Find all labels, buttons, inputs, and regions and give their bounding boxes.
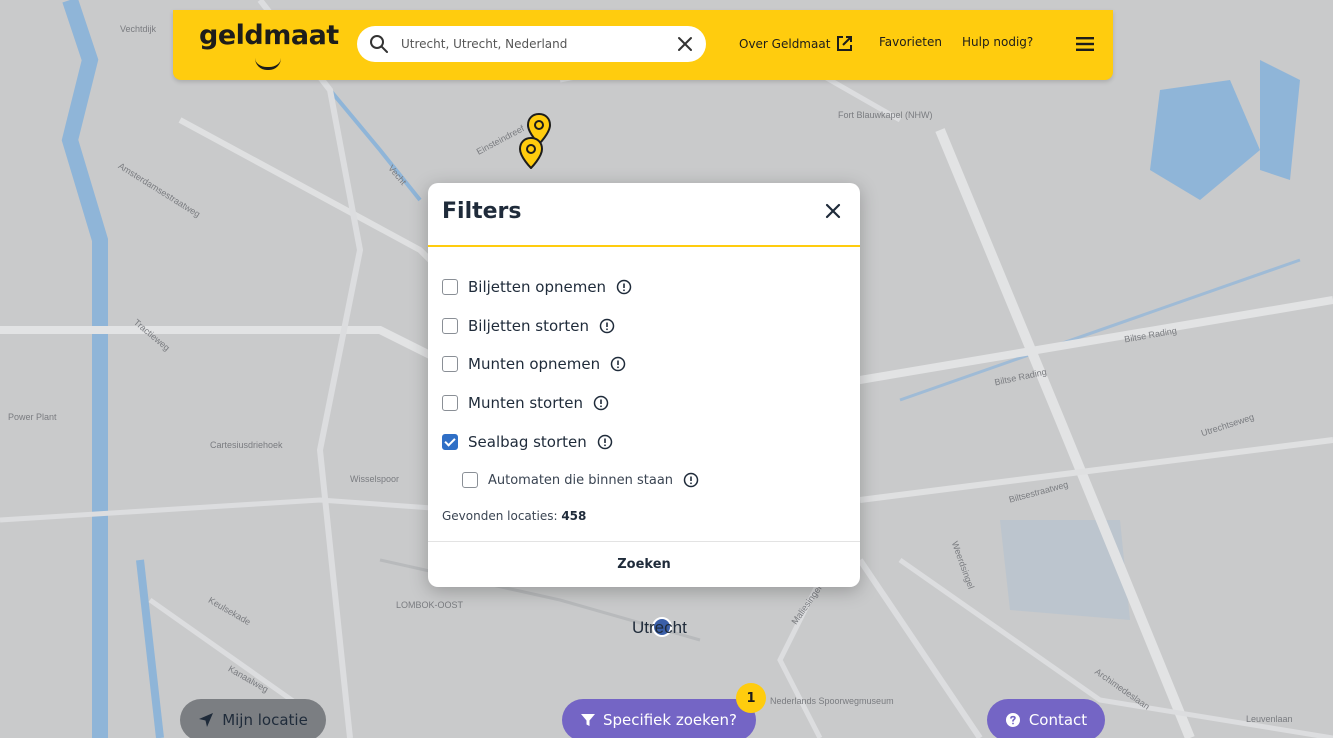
filter-checkbox[interactable] (442, 395, 458, 411)
found-locations-label: Gevonden locaties: (442, 509, 558, 523)
filters-dialog: Filters Biljetten opnemen Biljetten stor… (428, 183, 860, 587)
help-circle-icon (1005, 713, 1020, 727)
info-icon[interactable] (597, 434, 613, 450)
logo-smile (255, 58, 281, 70)
geldmaat-logo[interactable]: geldmaat (199, 20, 339, 51)
nav-over-geldmaat[interactable]: Over Geldmaat (739, 35, 853, 52)
filter-checkbox[interactable] (442, 279, 458, 295)
filter-option[interactable]: Biljetten opnemen (442, 278, 632, 296)
map-label: Cartesiusdriehoek (210, 440, 283, 450)
external-link-icon (837, 36, 853, 51)
filter-funnel-icon (581, 714, 596, 726)
close-icon[interactable] (822, 200, 844, 222)
filter-option-label: Munten opnemen (468, 355, 601, 373)
filter-sub-option[interactable]: Automaten die binnen staan (462, 472, 699, 488)
nav-help[interactable]: Hulp nodig? (962, 35, 1033, 49)
filter-option-label: Munten storten (468, 394, 583, 412)
map-label: LOMBOK-OOST (396, 600, 464, 610)
contact-button[interactable]: Contact (987, 699, 1105, 738)
found-locations: Gevonden locaties: 458 (442, 509, 586, 523)
filter-checkbox[interactable] (442, 318, 458, 334)
filter-checkbox-checked[interactable] (442, 434, 458, 450)
search-icon (370, 35, 388, 53)
map-city-label: Utrecht (632, 618, 687, 637)
filter-option-label: Automaten die binnen staan (488, 472, 674, 488)
filters-dialog-header: Filters (428, 183, 860, 247)
search-input[interactable] (401, 26, 661, 62)
filter-count-badge: 1 (736, 683, 766, 713)
info-icon[interactable] (610, 356, 626, 372)
filters-title: Filters (442, 199, 522, 224)
info-icon[interactable] (593, 395, 609, 411)
my-location-button[interactable]: Mijn locatie (180, 699, 326, 738)
top-header: geldmaat Over Geldmaat Favorieten Hulp n… (173, 10, 1113, 80)
clear-search-icon[interactable] (676, 35, 694, 53)
search-bar[interactable] (357, 26, 706, 62)
found-locations-count: 458 (561, 509, 587, 523)
info-icon[interactable] (599, 318, 615, 334)
contact-label: Contact (1028, 711, 1088, 729)
info-icon[interactable] (616, 279, 632, 295)
nav-favorites[interactable]: Favorieten (879, 35, 942, 49)
filter-option-label: Sealbag storten (468, 433, 587, 451)
map-label: Leuvenlaan (1246, 714, 1293, 724)
map-label: Fort Blauwkapel (NHW) (838, 110, 933, 120)
info-icon[interactable] (683, 472, 699, 488)
specific-search-label: Specifiek zoeken? (603, 711, 737, 729)
hamburger-menu-icon[interactable] (1076, 37, 1094, 51)
filter-option[interactable]: Biljetten storten (442, 317, 615, 335)
filter-option[interactable]: Munten storten (442, 394, 609, 412)
specific-search-button[interactable]: Specifiek zoeken? (562, 699, 756, 738)
map-label: Vechtdijk (120, 24, 157, 34)
filter-option[interactable]: Munten opnemen (442, 355, 626, 373)
location-arrow-icon (199, 713, 214, 727)
my-location-label: Mijn locatie (222, 711, 308, 729)
filter-checkbox[interactable] (442, 356, 458, 372)
map-label: Power Plant (8, 412, 57, 422)
nav-over-geldmaat-label: Over Geldmaat (739, 36, 831, 51)
filter-option[interactable]: Sealbag storten (442, 433, 613, 451)
filter-option-label: Biljetten storten (468, 317, 589, 335)
location-pin-icon[interactable] (519, 137, 543, 169)
filter-checkbox[interactable] (462, 472, 478, 488)
map-label: Wisselspoor (350, 474, 400, 484)
filter-option-label: Biljetten opnemen (468, 278, 607, 296)
map-label: Nederlands Spoorwegmuseum (770, 696, 894, 706)
search-submit-button[interactable]: Zoeken (428, 542, 860, 587)
